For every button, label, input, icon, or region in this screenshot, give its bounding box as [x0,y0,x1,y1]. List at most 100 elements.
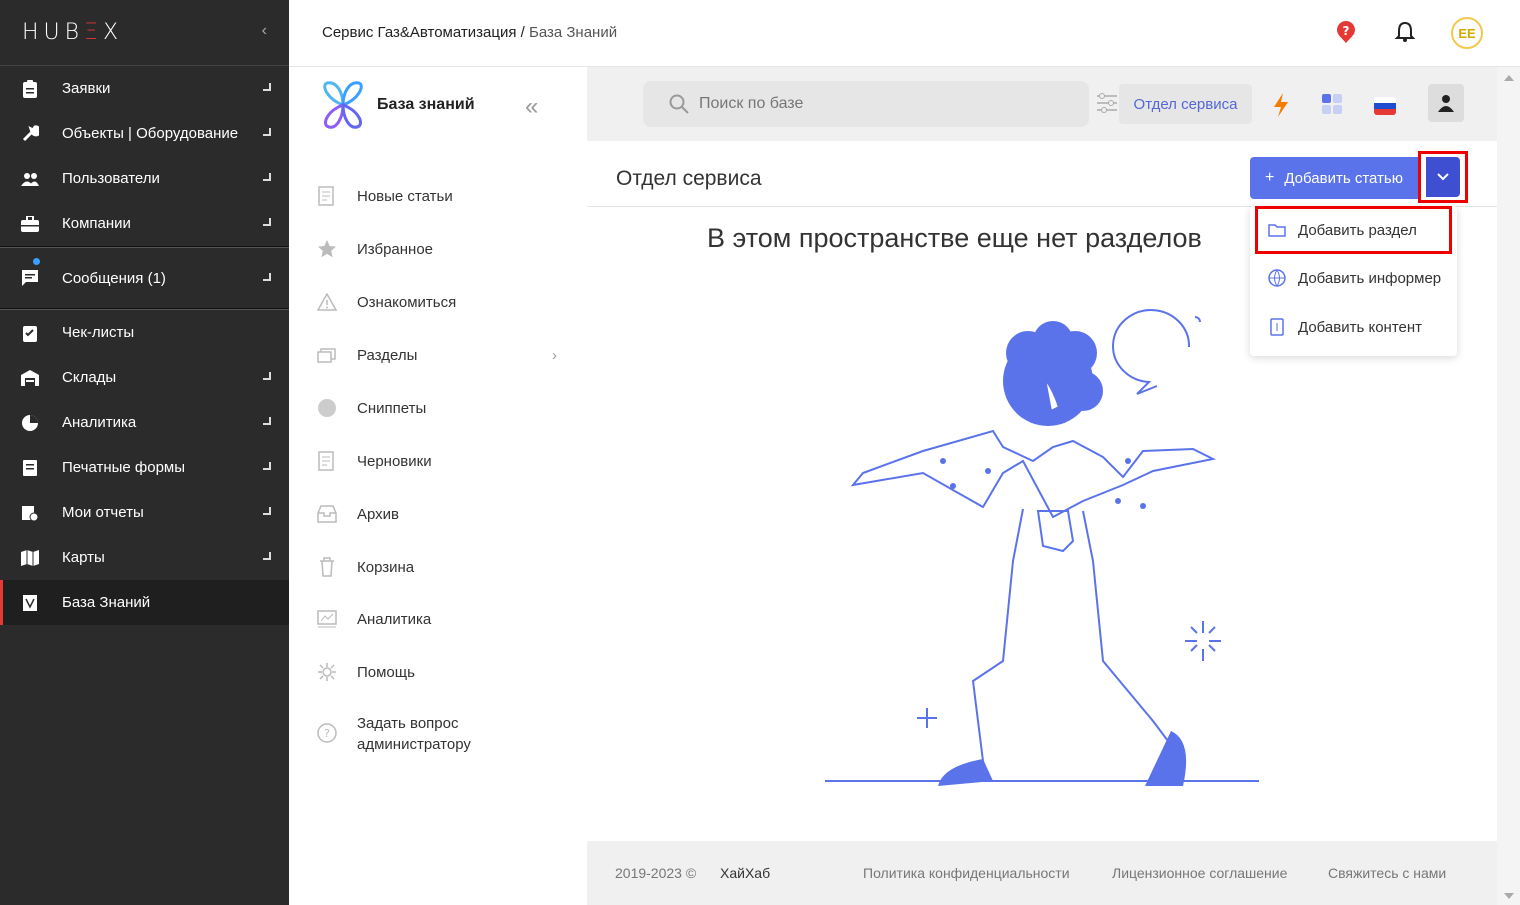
panel-header: Отдел сервиса + Добавить статью [587,141,1497,207]
add-article-button[interactable]: + Добавить статью [1250,157,1418,199]
map-icon [20,548,40,568]
content-panel: Отдел сервиса + Добавить статью В этом пр… [587,141,1497,841]
menu-item-add-content[interactable]: Добавить контент [1268,318,1422,336]
plus-icon: + [1265,169,1275,186]
briefcase-icon [20,214,40,234]
kb-item-archive[interactable]: Архив [317,504,399,524]
expand-arrow-icon [263,462,271,470]
content-icon [1268,318,1286,336]
footer-license-link[interactable]: Лицензионное соглашение [1112,865,1287,881]
empty-state-message: В этом пространстве еще нет разделов [707,223,1202,253]
main-content: Отдел сервиса Отдел сервиса + Добавить ст… [587,67,1497,905]
kb-item-trash[interactable]: Корзина [317,557,414,577]
expand-arrow-icon [263,552,271,560]
kb-item-snippets[interactable]: Сниппеты [317,398,426,418]
add-dropdown-button[interactable] [1418,151,1468,203]
filter-sliders-icon[interactable] [1097,93,1117,118]
kb-item-label: Новые статьи [357,187,453,205]
footer-privacy-link[interactable]: Политика конфиденциальности [863,865,1070,881]
checklist-icon [20,323,40,343]
expand-arrow-icon [263,507,271,515]
warehouse-icon [20,368,40,388]
expand-arrow-icon [263,218,271,226]
breadcrumb-root[interactable]: Сервис Газ&Автоматизация [322,24,516,41]
scroll-up-arrow-icon[interactable] [1504,75,1514,81]
kb-item-drafts[interactable]: Черновики [317,451,432,471]
kb-item-label: Помощь [357,663,415,681]
sidebar-item-objects[interactable]: Объекты | Оборудование [0,111,289,156]
search-input[interactable] [699,95,1059,113]
sidebar-item-label: Заявки [62,80,111,97]
chevron-down-icon [1437,173,1449,181]
trash-icon [317,557,337,577]
search-toolbar: Отдел сервиса [587,67,1497,141]
sidebar-item-my-reports[interactable]: Мои отчеты [0,490,289,535]
sidebar-item-checklists[interactable]: Чек-листы [0,310,289,355]
globe-icon [1268,269,1286,287]
sidebar-item-print-forms[interactable]: Печатные формы [0,445,289,490]
menu-item-add-section[interactable]: Добавить раздел [1268,221,1417,239]
sidebar-item-label: Чек-листы [62,324,135,341]
user-icon [1438,95,1454,112]
expand-arrow-icon [263,417,271,425]
sidebar-item-analytics[interactable]: Аналитика [0,400,289,445]
help-icon[interactable]: ? [1335,20,1357,49]
sidebar-collapse-icon[interactable]: ‹ [262,22,267,40]
search-icon [669,94,689,114]
pie-chart-icon [20,413,40,433]
department-button[interactable]: Отдел сервиса [1119,84,1252,124]
warning-icon [317,292,337,312]
knowledge-base-icon [20,593,40,613]
kb-item-sections[interactable]: Разделы › [317,345,557,365]
kb-collapse-icon[interactable]: « [525,93,538,121]
page-title: Отдел сервиса [616,167,762,190]
kb-item-favorites[interactable]: Избранное [317,239,433,259]
kb-sidebar: База знаний « Новые статьи Избранное Озн… [289,67,587,905]
lightning-icon[interactable] [1272,93,1290,122]
add-article-label: Добавить статью [1284,169,1403,187]
search-box[interactable] [643,81,1089,127]
snippets-icon [317,398,337,418]
kb-item-acquaint[interactable]: Ознакомиться [317,292,456,312]
sidebar-item-label: База Знаний [62,594,151,611]
breadcrumb-current: База Знаний [528,24,618,41]
sidebar-item-maps[interactable]: Карты [0,535,289,580]
user-avatar[interactable]: ЕЕ [1451,17,1483,49]
sidebar-item-users[interactable]: Пользователи [0,156,289,201]
menu-item-label: Добавить информер [1298,269,1442,287]
sidebar-item-knowledge-base[interactable]: База Знаний [0,580,289,625]
russian-flag-icon[interactable] [1374,97,1396,115]
sidebar-item-messages[interactable]: Сообщения (1) [0,248,289,308]
svg-text:?: ? [1343,24,1350,38]
bell-icon[interactable] [1394,20,1416,49]
breadcrumb-separator: / [516,24,529,41]
folder-icon [1268,221,1286,239]
footer-contact-link[interactable]: Свяжитесь с нами [1328,865,1446,881]
nav-group-1: Заявки Объекты | Оборудование Пользовате… [0,66,289,247]
kb-item-label: Сниппеты [357,399,427,417]
sidebar-item-label: Печатные формы [62,459,186,476]
footer-company-link[interactable]: ХайХаб [720,865,770,881]
sidebar-item-label: Мои отчеты [62,504,144,521]
sidebar-item-label: Сообщения (1) [62,269,166,287]
expand-arrow-icon [263,273,271,281]
kb-item-label: Избранное [357,240,434,258]
chevron-right-icon: › [552,346,557,364]
expand-arrow-icon [263,128,271,136]
user-profile-button[interactable] [1428,84,1464,122]
kb-item-new-articles[interactable]: Новые статьи [317,186,453,206]
reports-icon [20,503,40,523]
sidebar-item-companies[interactable]: Компании [0,201,289,246]
apps-grid-icon[interactable] [1322,94,1342,119]
kb-item-analytics[interactable]: Аналитика [317,609,431,629]
scroll-down-arrow-icon[interactable] [1504,893,1514,899]
vertical-scrollbar[interactable] [1497,67,1520,905]
menu-item-add-informer[interactable]: Добавить информер [1268,269,1441,287]
hubex-logo[interactable]: HUBΞX ‹ [0,0,289,66]
kb-item-ask-admin[interactable]: ? Задать вопрос администратору [317,713,487,755]
kb-item-help[interactable]: Помощь [317,662,415,682]
sidebar-item-requests[interactable]: Заявки [0,66,289,111]
kb-item-label: Ознакомиться [357,293,457,311]
sidebar-item-warehouses[interactable]: Склады [0,355,289,400]
kb-item-label: Корзина [357,558,415,576]
